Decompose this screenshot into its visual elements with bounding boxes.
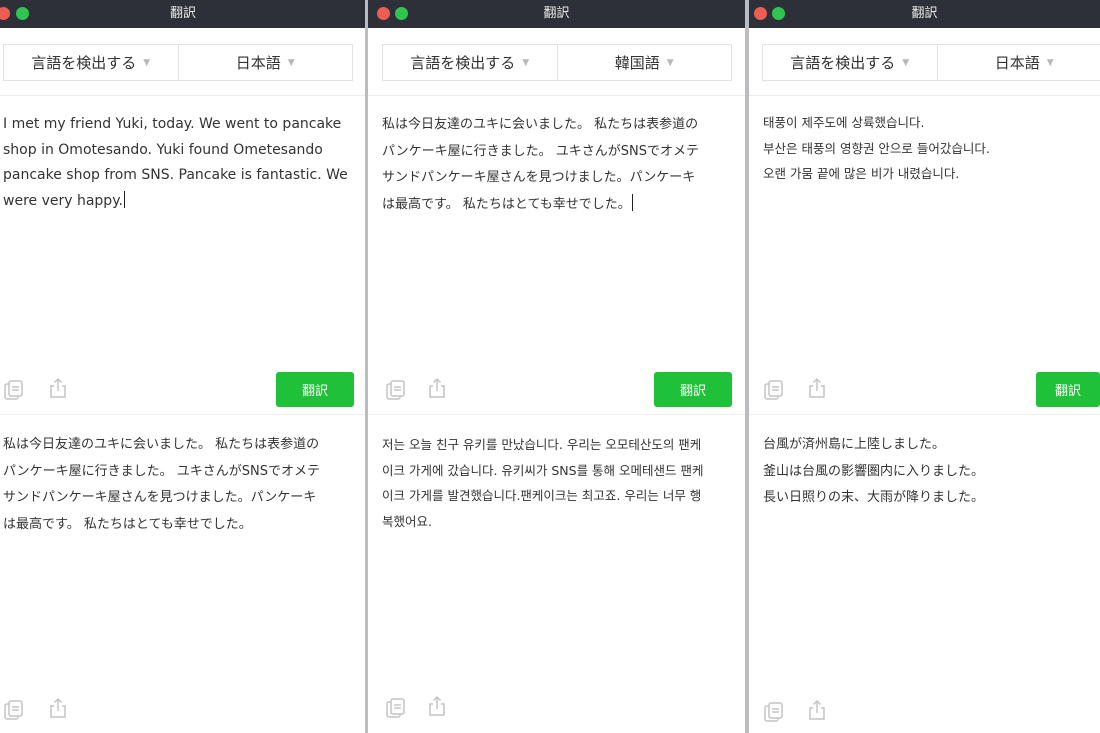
window-title: 翻訳 — [169, 6, 196, 21]
translator-window-3: 翻訳 言語を検出する ▼ 日本語 ▼ 태풍이 제주도에 상륙했습니다. 부산은 … — [749, 0, 1100, 733]
source-language-select[interactable]: 言語を検出する ▼ — [383, 45, 557, 80]
copy-icon[interactable] — [2, 378, 26, 402]
share-icon[interactable] — [425, 376, 449, 400]
title-bar[interactable]: 翻訳 — [749, 0, 1100, 28]
target-language-label: 日本語 — [994, 54, 1040, 72]
divider — [749, 414, 1100, 415]
target-language-select[interactable]: 韓国語 ▼ — [556, 45, 732, 80]
translate-button[interactable]: 翻訳 — [276, 372, 354, 407]
translation-result: 저는 오늘 친구 유키를 만났습니다. 우리는 오모테산도의 팬케 이크 가게에… — [382, 437, 704, 529]
window-title: 翻訳 — [543, 6, 570, 21]
language-bar: 言語を検出する ▼ 韓国語 ▼ — [382, 44, 732, 81]
chevron-down-icon: ▼ — [287, 57, 295, 68]
source-text-input[interactable]: I met my friend Yuki, today. We went to … — [3, 112, 361, 214]
source-text: I met my friend Yuki, today. We went to … — [3, 116, 348, 209]
divider — [0, 414, 366, 415]
share-icon[interactable] — [46, 376, 70, 400]
divider — [0, 95, 366, 96]
chevron-down-icon: ▼ — [666, 57, 674, 68]
source-language-label: 言語を検出する — [790, 54, 896, 72]
chevron-down-icon: ▼ — [902, 57, 910, 68]
source-text-input[interactable]: 태풍이 제주도에 상륙했습니다. 부산은 태풍의 영향권 안으로 들어갔습니다.… — [763, 110, 1098, 187]
copy-icon[interactable] — [2, 698, 26, 722]
translator-window-1: 翻訳 言語を検出する ▼ 日本語 ▼ I met my friend Yuki,… — [0, 0, 366, 733]
translation-result: 台風が済州島に上陸しました。 釜山は台風の影響圏内に入りました。 長い日照りの末… — [763, 437, 985, 505]
translate-button[interactable]: 翻訳 — [1036, 372, 1100, 407]
share-icon[interactable] — [46, 696, 70, 720]
target-language-select[interactable]: 日本語 ▼ — [936, 45, 1100, 80]
target-language-label: 日本語 — [235, 54, 281, 72]
source-language-select[interactable]: 言語を検出する ▼ — [763, 45, 937, 80]
translation-result: 私は今日友達のユキに会いました。 私たちは表参道の パンケーキ屋に行きました。 … — [3, 437, 321, 532]
share-icon[interactable] — [425, 694, 449, 718]
chevron-down-icon: ▼ — [522, 57, 530, 68]
source-text: 私は今日友達のユキに会いました。 私たちは表参道の パンケーキ屋に行きました。 … — [382, 117, 700, 212]
share-icon[interactable] — [805, 376, 829, 400]
copy-icon[interactable] — [384, 378, 408, 402]
source-language-label: 言語を検出する — [410, 54, 516, 72]
language-bar: 言語を検出する ▼ 日本語 ▼ — [762, 44, 1100, 81]
translator-window-2: 翻訳 言語を検出する ▼ 韓国語 ▼ 私は今日友達のユキに会いました。 私たちは… — [368, 0, 745, 733]
chevron-down-icon: ▼ — [143, 57, 151, 68]
text-cursor — [123, 190, 125, 208]
share-icon[interactable] — [805, 698, 829, 722]
title-bar[interactable]: 翻訳 — [368, 0, 745, 28]
divider — [749, 95, 1100, 96]
language-bar: 言語を検出する ▼ 日本語 ▼ — [3, 44, 353, 81]
title-bar[interactable]: 翻訳 — [0, 0, 366, 28]
source-text-input[interactable]: 私は今日友達のユキに会いました。 私たちは表参道の パンケーキ屋に行きました。 … — [382, 112, 742, 218]
source-language-select[interactable]: 言語を検出する ▼ — [4, 45, 178, 80]
divider — [368, 414, 745, 415]
divider — [368, 95, 745, 96]
copy-icon[interactable] — [762, 378, 786, 402]
copy-icon[interactable] — [762, 700, 786, 724]
window-title: 翻訳 — [911, 6, 938, 21]
text-cursor — [631, 193, 633, 211]
source-text: 태풍이 제주도에 상륙했습니다. 부산은 태풍의 영향권 안으로 들어갔습니다.… — [763, 115, 990, 181]
target-language-label: 韓国語 — [614, 54, 660, 72]
translate-button[interactable]: 翻訳 — [654, 372, 732, 407]
source-language-label: 言語を検出する — [31, 54, 137, 72]
chevron-down-icon: ▼ — [1046, 57, 1054, 68]
copy-icon[interactable] — [384, 696, 408, 720]
target-language-select[interactable]: 日本語 ▼ — [177, 45, 353, 80]
